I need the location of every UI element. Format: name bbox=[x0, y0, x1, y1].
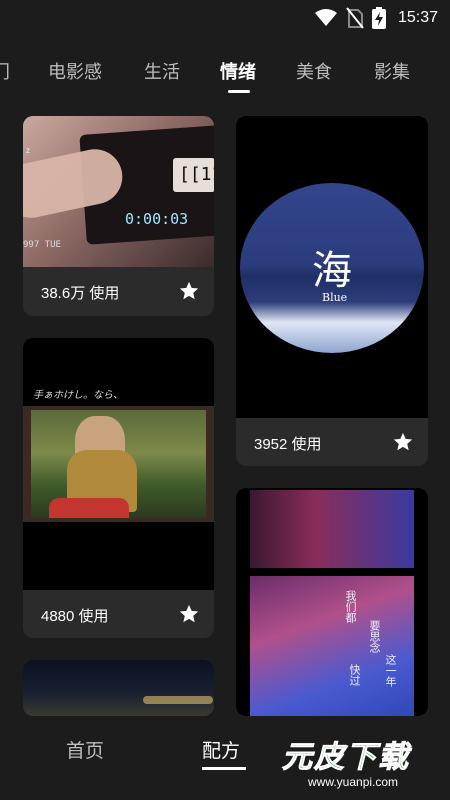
watermark-logo: 元皮下载 www.yuanpi.com bbox=[268, 724, 448, 800]
poem-line: 快过 bbox=[348, 664, 360, 686]
usage-count: 3952 使用 bbox=[254, 436, 322, 453]
star-icon[interactable] bbox=[178, 603, 200, 625]
template-thumbnail: 手ぁホけし。なら、 bbox=[23, 338, 214, 590]
category-tabs: 门 电影感 生活 情绪 美食 影集 bbox=[0, 48, 450, 98]
tab-cinematic[interactable]: 电影感 bbox=[48, 58, 102, 84]
nav-indicator bbox=[202, 767, 246, 770]
card-footer: 38.6万 使用 bbox=[23, 267, 214, 316]
sea-circle: 海 Blue bbox=[240, 183, 424, 353]
poem-line: 要思念 bbox=[368, 620, 380, 653]
template-card[interactable]: [[11 0:00:03 997 TUE z 38.6万 使用 bbox=[23, 116, 214, 316]
sea-subtitle: Blue bbox=[322, 291, 348, 304]
template-thumbnail: 我们都 要思念 这一年 快过 bbox=[236, 488, 428, 716]
card-footer: 3952 使用 bbox=[236, 418, 428, 466]
nav-home[interactable]: 首页 bbox=[66, 736, 104, 763]
tab-partial[interactable]: 门 bbox=[0, 58, 10, 84]
poem-line: 我们都 bbox=[344, 590, 356, 623]
poem-line: 这一年 bbox=[384, 654, 396, 687]
tab-food[interactable]: 美食 bbox=[296, 58, 332, 84]
sea-title: 海 bbox=[312, 248, 352, 294]
mark-text: z bbox=[26, 146, 30, 155]
status-icons: 15:37 bbox=[314, 6, 438, 30]
tab-album[interactable]: 影集 bbox=[374, 58, 410, 84]
watermark-url: www.yuanpi.com bbox=[308, 775, 399, 789]
usage-count: 38.6万 使用 bbox=[41, 285, 120, 302]
wifi-icon bbox=[314, 9, 337, 26]
star-icon[interactable] bbox=[178, 280, 200, 302]
nav-recipe[interactable]: 配方 bbox=[202, 736, 240, 763]
handwriting-text: 手ぁホけし。なら、 bbox=[33, 390, 123, 401]
tab-indicator bbox=[228, 90, 250, 93]
star-icon[interactable] bbox=[392, 431, 414, 453]
date-text: 997 TUE bbox=[23, 240, 61, 250]
template-card[interactable]: 海 Blue 3952 使用 bbox=[236, 116, 428, 466]
battery-charging-icon bbox=[371, 7, 386, 29]
status-time: 15:37 bbox=[397, 9, 438, 26]
template-thumbnail: 海 Blue bbox=[236, 116, 428, 418]
display-text: [[11 bbox=[179, 164, 214, 185]
card-footer: 4880 使用 bbox=[23, 590, 214, 638]
template-card[interactable]: 我们都 要思念 这一年 快过 bbox=[236, 488, 428, 716]
template-thumbnail bbox=[23, 660, 214, 716]
template-thumbnail: [[11 0:00:03 997 TUE z bbox=[23, 116, 214, 267]
usage-count: 4880 使用 bbox=[41, 608, 109, 625]
tab-emotion[interactable]: 情绪 bbox=[220, 58, 256, 84]
template-card[interactable]: 手ぁホけし。なら、 4880 使用 bbox=[23, 338, 214, 638]
no-sim-icon bbox=[346, 7, 364, 29]
status-bar: 15:37 bbox=[0, 0, 450, 36]
watermark-title: 元皮下载 bbox=[282, 741, 410, 775]
tab-life[interactable]: 生活 bbox=[144, 58, 180, 84]
counter-text: 0:00:03 bbox=[125, 210, 189, 228]
film-strip bbox=[23, 406, 214, 522]
template-card[interactable] bbox=[23, 660, 214, 716]
